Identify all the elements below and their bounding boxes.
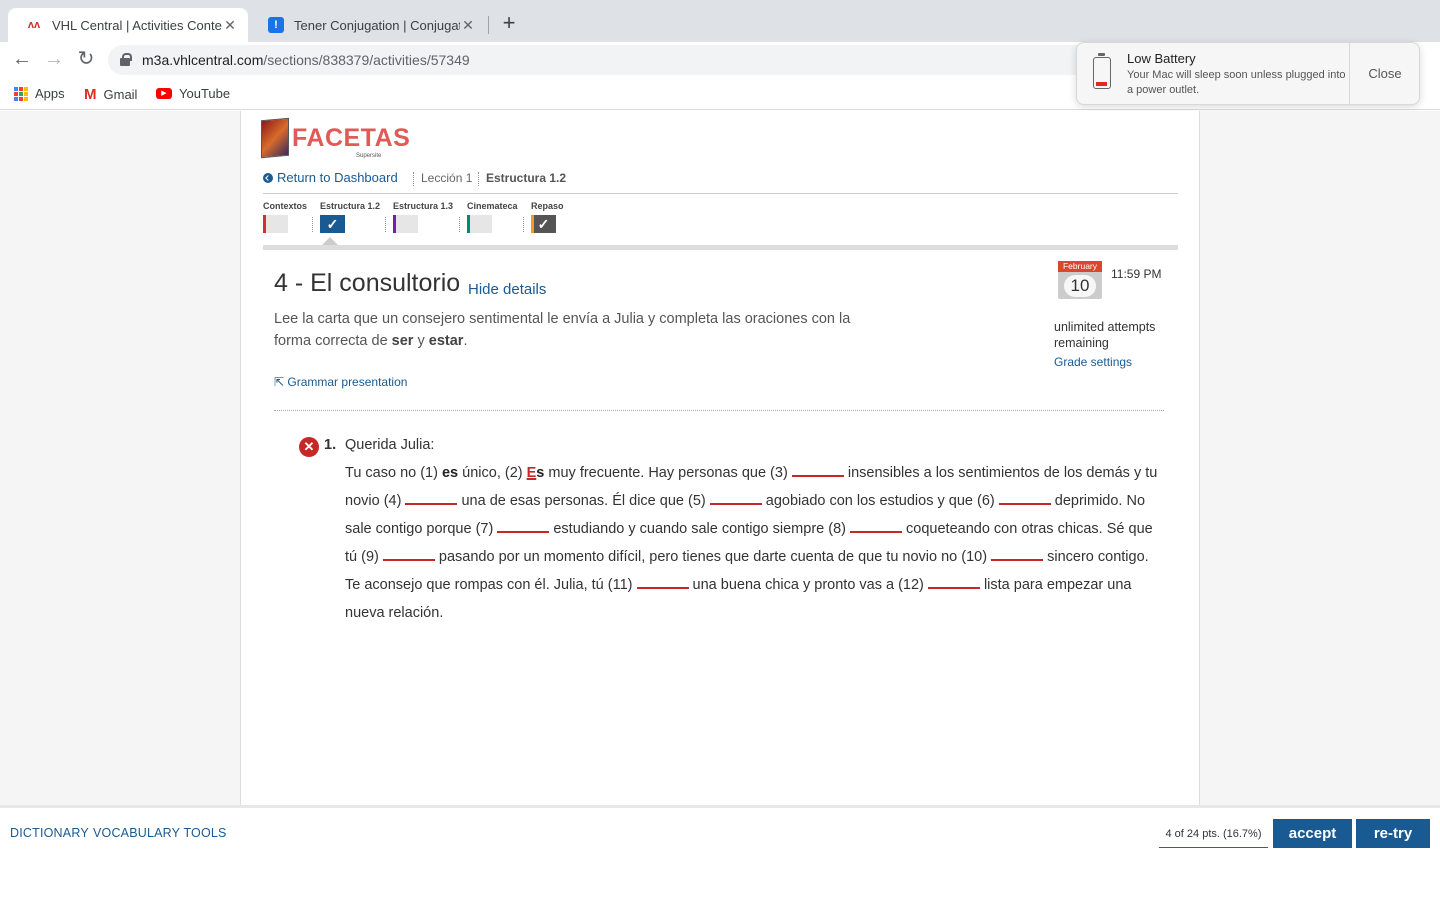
battery-low-icon (1093, 53, 1111, 89)
tab-vhl-central[interactable]: ᴧᴧ VHL Central | Activities Content ✕ (8, 8, 248, 42)
breadcrumb-current: Estructura 1.2 (486, 171, 567, 185)
logo-supersite: Supersite (356, 153, 382, 159)
tab-divider (488, 16, 489, 34)
bookmark-gmail[interactable]: M Gmail (84, 86, 137, 103)
notification-title: Low Battery (1127, 51, 1196, 66)
section-cinemateca[interactable]: Cinemateca (467, 201, 518, 233)
dictionary-link[interactable]: DICTIONARY (10, 826, 89, 840)
dotted-divider (274, 410, 1164, 411)
breadcrumb-separator (478, 172, 479, 186)
checkmark-icon: ✓ (326, 216, 339, 232)
facetas-logo[interactable]: FACETAS Supersite (261, 117, 410, 159)
reload-icon[interactable]: ↻ (74, 48, 98, 72)
book-cover-icon (261, 117, 289, 159)
section-estructura-1-2[interactable]: Estructura 1.2 ✓ (320, 201, 380, 233)
notification-close-button[interactable]: Close (1350, 43, 1420, 104)
breadcrumb: Return to Dashboard Lección 1 Estructura… (263, 170, 1178, 194)
section-status: ✓ (320, 215, 345, 233)
apps-grid-icon (14, 86, 28, 101)
retry-button[interactable]: re-try (1356, 819, 1430, 848)
url-text: m3a.vhlcentral.com/sections/838379/activ… (142, 52, 470, 68)
hide-details-link[interactable]: Hide details (468, 281, 546, 298)
activity-title: 4 - El consultorio (274, 269, 461, 297)
section-estructura-1-3[interactable]: Estructura 1.3 (393, 201, 453, 233)
accept-button[interactable]: accept (1273, 819, 1352, 848)
browser-tab-strip: ᴧᴧ VHL Central | Activities Content ✕ ! … (0, 0, 1440, 42)
back-arrow-icon[interactable]: ← (10, 48, 34, 72)
breadcrumb-lesson[interactable]: Lección 1 (421, 171, 472, 185)
section-divider-bar (263, 245, 1178, 250)
answer-2[interactable]: Es (527, 465, 545, 481)
due-month: February (1058, 261, 1102, 272)
answer-1[interactable]: es (442, 465, 458, 481)
section-contextos[interactable]: Contextos (263, 201, 307, 233)
question-number: 1. (324, 437, 337, 453)
return-to-dashboard-link[interactable]: Return to Dashboard (263, 170, 398, 185)
lock-icon (120, 53, 132, 66)
tab-title: Tener Conjugation | Conjugate (294, 17, 460, 33)
section-status (263, 215, 288, 233)
section-repaso[interactable]: Repaso ✓ (531, 201, 564, 233)
answer-blank-6[interactable] (998, 491, 1051, 505)
due-time: 11:59 PM (1111, 267, 1162, 281)
answer-blank-3[interactable] (791, 463, 844, 477)
activity-instructions: Lee la carta que un consejero sentimenta… (274, 311, 851, 349)
close-icon[interactable]: ✕ (222, 17, 238, 34)
new-tab-button[interactable]: + (497, 12, 521, 36)
answer-blank-11[interactable] (636, 575, 689, 589)
tab-tener-conjugation[interactable]: ! Tener Conjugation | Conjugate ✕ (250, 8, 486, 42)
section-divider (312, 217, 313, 232)
answer-blank-7[interactable] (497, 519, 550, 533)
answer-blank-5[interactable] (709, 491, 762, 505)
gmail-icon: M (84, 86, 97, 103)
answer-blank-9[interactable] (382, 547, 435, 561)
grade-settings-link[interactable]: Grade settings (1054, 355, 1132, 369)
low-battery-notification: Low Battery Your Mac will sleep soon unl… (1076, 42, 1420, 105)
grammar-presentation-link[interactable]: ⇱ Grammar presentation (274, 375, 407, 389)
section-status: ✓ (531, 215, 556, 233)
attempts-remaining: unlimited attempts remaining (1054, 320, 1156, 350)
tab-title: VHL Central | Activities Content (52, 17, 222, 33)
logo-word: FACETAS (292, 124, 411, 152)
due-date-calendar: February 10 (1058, 261, 1102, 299)
section-status (393, 215, 418, 233)
score-display: 4 of 24 pts. (16.7%) (1159, 820, 1268, 848)
info-icon: ! (268, 17, 284, 33)
incorrect-x-icon: ✕ (299, 437, 319, 457)
breadcrumb-separator (413, 172, 414, 186)
question-body: Tu caso no (1) es único, (2) Es muy frec… (345, 463, 1158, 621)
main-content: FACETAS Supersite Return to Dashboard Le… (240, 111, 1200, 805)
forward-arrow-icon[interactable]: → (42, 48, 66, 72)
external-arrow-icon: ⇱ (274, 375, 288, 389)
answer-blank-10[interactable] (991, 547, 1044, 561)
bookmark-youtube[interactable]: ▶ YouTube (156, 86, 230, 101)
section-divider (523, 217, 524, 232)
due-day: 10 (1064, 275, 1096, 297)
bookmark-apps[interactable]: Apps (14, 86, 65, 101)
question-greeting: Querida Julia: (345, 437, 435, 453)
section-divider (385, 217, 386, 232)
answer-blank-4[interactable] (405, 491, 458, 505)
active-section-caret (322, 237, 338, 245)
answer-blank-12[interactable] (927, 575, 980, 589)
vhl-icon: ᴧᴧ (27, 19, 41, 31)
notification-body: Your Mac will sleep soon unless plugged … (1127, 69, 1346, 96)
answer-blank-8[interactable] (850, 519, 902, 533)
close-icon[interactable]: ✕ (460, 17, 476, 34)
section-divider (459, 217, 460, 232)
chevron-left-circle-icon (263, 172, 273, 183)
vocabulary-tools-link[interactable]: VOCABULARY TOOLS (93, 826, 227, 840)
section-status (467, 215, 492, 233)
checkmark-icon: ✓ (537, 216, 550, 232)
youtube-icon: ▶ (156, 88, 172, 99)
activity-footer: DICTIONARY VOCABULARY TOOLS 4 of 24 pts.… (0, 805, 1440, 900)
